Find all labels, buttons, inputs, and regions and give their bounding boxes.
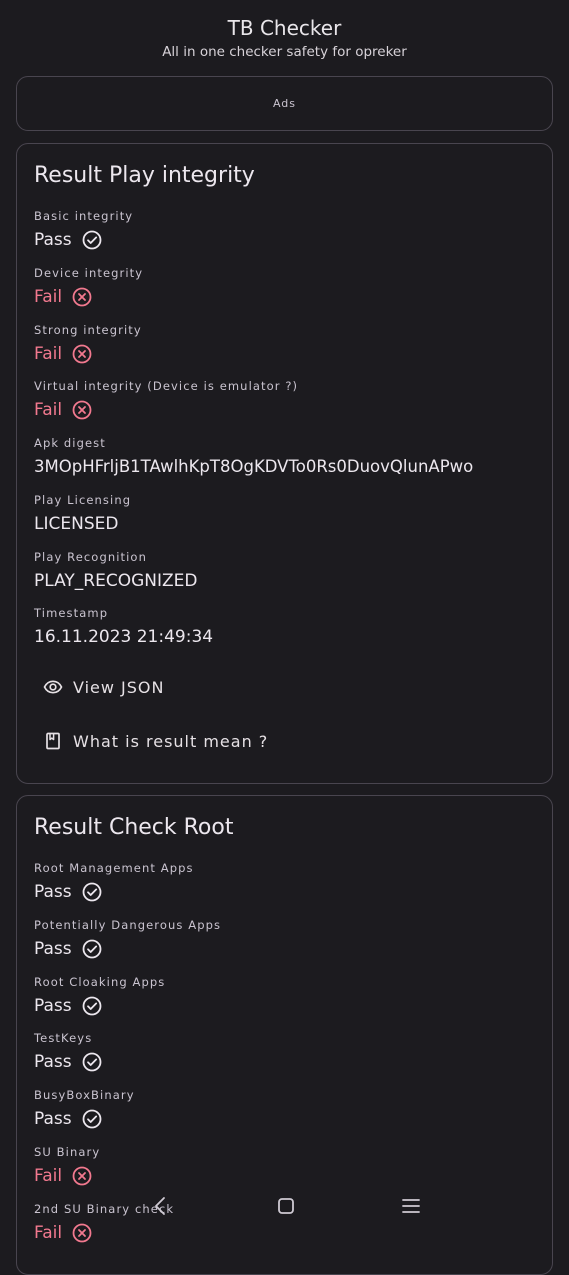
field-value: Pass — [34, 1106, 135, 1132]
field-value: Fail — [34, 284, 143, 310]
field-apk-digest: Apk digest 3MOpHFrljB1TAwlhKpT8OgKDVTo0R… — [34, 435, 473, 480]
status-text: Pass — [34, 230, 72, 250]
status-text: Pass — [34, 939, 72, 959]
field-basic-integrity: Basic integrity Pass — [34, 208, 133, 253]
field-strong-integrity: Strong integrity Fail — [34, 322, 142, 367]
play-integrity-card: Result Play integrity Basic integrity Pa… — [16, 143, 553, 784]
field-label: TestKeys — [34, 1031, 93, 1045]
field-timestamp: Timestamp 16.11.2023 21:49:34 — [34, 605, 213, 650]
what-is-result-mean-button[interactable]: What is result mean ? — [43, 731, 268, 751]
what-is-result-mean-label: What is result mean ? — [73, 731, 269, 751]
check-circle-icon — [82, 882, 102, 902]
status-text: Pass — [34, 882, 72, 902]
app-subtitle: All in one checker safety for opreker — [162, 44, 407, 60]
field-testkeys: TestKeys Pass — [34, 1030, 102, 1075]
field-label: Timestamp — [34, 606, 109, 620]
field-value: Pass — [34, 993, 165, 1019]
field-label: Potentially Dangerous Apps — [34, 918, 222, 932]
field-value: 16.11.2023 21:49:34 — [34, 627, 214, 647]
check-circle-icon — [82, 230, 102, 250]
ads-label: Ads — [272, 97, 297, 110]
root-check-title: Result Check Root — [34, 815, 234, 840]
ads-banner[interactable]: Ads — [16, 76, 553, 131]
system-nav-bar — [0, 1184, 569, 1228]
field-label: Device integrity — [34, 266, 144, 280]
close-circle-icon — [72, 287, 92, 307]
field-label: Virtual integrity (Device is emulator ?) — [34, 379, 299, 393]
field-su-binary: SU Binary Fail — [34, 1144, 100, 1189]
field-busybox-binary: BusyBoxBinary Pass — [34, 1087, 135, 1132]
field-device-integrity: Device integrity Fail — [34, 265, 143, 310]
field-label: Play Licensing — [34, 493, 132, 507]
field-label: BusyBoxBinary — [34, 1088, 135, 1102]
field-label: Apk digest — [34, 436, 106, 450]
menu-icon[interactable] — [399, 1194, 423, 1218]
field-label: Root Cloaking Apps — [34, 975, 166, 989]
eye-icon — [43, 677, 63, 697]
close-circle-icon — [72, 400, 92, 420]
field-label: Strong integrity — [34, 323, 142, 337]
view-json-label: View JSON — [73, 677, 165, 697]
close-circle-icon — [72, 1166, 92, 1186]
app-header: TB Checker All in one checker safety for… — [0, 14, 569, 62]
status-text: Pass — [34, 1109, 72, 1129]
field-value: 3MOpHFrljB1TAwlhKpT8OgKDVTo0Rs0DuovQlunA… — [34, 457, 474, 476]
status-text: Fail — [34, 344, 63, 364]
view-json-button[interactable]: View JSON — [43, 677, 165, 697]
field-label: Play Recognition — [34, 550, 147, 564]
check-circle-icon — [82, 1052, 102, 1072]
field-label: Root Management Apps — [34, 861, 194, 875]
field-value: Pass — [34, 227, 133, 253]
field-value: PLAY_RECOGNIZED — [34, 571, 198, 591]
field-value: Pass — [34, 936, 221, 962]
field-label: SU Binary — [34, 1145, 101, 1159]
field-root-management-apps: Root Management Apps Pass — [34, 860, 194, 905]
check-circle-icon — [82, 996, 102, 1016]
field-value: Fail — [34, 397, 298, 423]
back-chevron-icon[interactable] — [148, 1194, 172, 1218]
field-play-licensing: Play Licensing LICENSED — [34, 492, 131, 537]
field-virtual-integrity: Virtual integrity (Device is emulator ?)… — [34, 378, 298, 423]
field-value: Pass — [34, 1049, 102, 1075]
field-label: Basic integrity — [34, 209, 134, 223]
app-title: TB Checker — [227, 16, 342, 40]
field-root-cloaking-apps: Root Cloaking Apps Pass — [34, 974, 165, 1019]
field-value: Fail — [34, 341, 142, 367]
field-value: Pass — [34, 879, 194, 905]
check-circle-icon — [82, 1109, 102, 1129]
status-text: Pass — [34, 1052, 72, 1072]
status-text: Fail — [34, 400, 63, 420]
home-square-icon[interactable] — [274, 1194, 298, 1218]
close-circle-icon — [72, 344, 92, 364]
check-circle-icon — [82, 939, 102, 959]
status-text: Pass — [34, 996, 72, 1016]
book-icon — [43, 731, 63, 751]
status-text: Fail — [34, 287, 63, 307]
field-potentially-dangerous-apps: Potentially Dangerous Apps Pass — [34, 917, 221, 962]
field-play-recognition: Play Recognition PLAY_RECOGNIZED — [34, 549, 198, 594]
field-value: LICENSED — [34, 514, 119, 534]
play-integrity-title: Result Play integrity — [34, 163, 255, 188]
